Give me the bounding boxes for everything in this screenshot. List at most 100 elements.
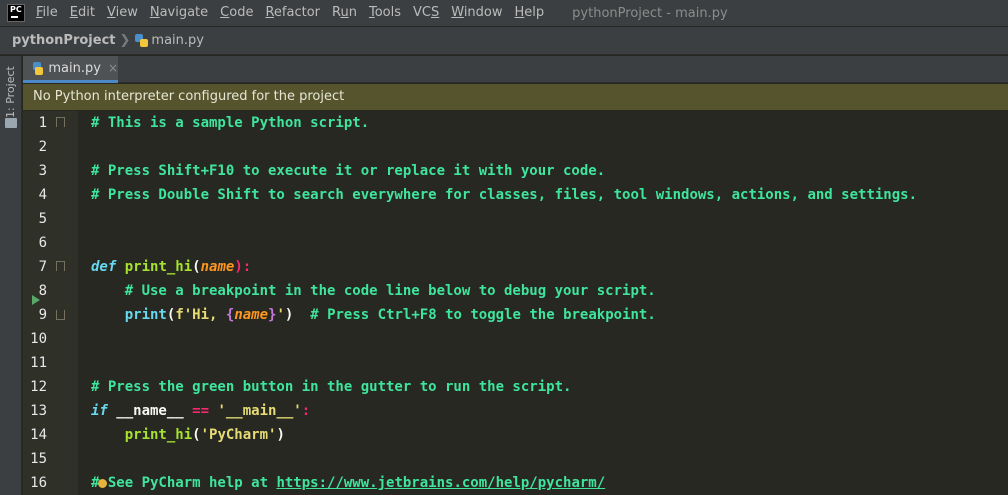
menu-text: ile: [42, 5, 58, 20]
inline-comment: # Press Ctrl+F8 to toggle the breakpoint…: [293, 307, 656, 323]
fold-close-icon[interactable]: [56, 310, 65, 320]
interpreter-warning-banner: No Python interpreter configured for the…: [23, 84, 1008, 110]
code-line-4: # Press Double Shift to search everywher…: [91, 187, 918, 203]
line-number: 7: [38, 259, 47, 275]
menu-text: elp: [524, 5, 545, 20]
paren-colon: ):: [234, 259, 252, 275]
parameter: name: [200, 259, 235, 275]
menu-text: iew: [115, 5, 138, 20]
menu-mnemonic: C: [220, 5, 230, 20]
window-title: pythonProject - main.py: [572, 5, 728, 21]
navigation-bar: pythonProject ❯ main.py: [0, 27, 1008, 55]
line-number: 16: [30, 475, 47, 491]
code-editor[interactable]: # This is a sample Python script. # Pres…: [91, 111, 1008, 495]
line-number: 4: [38, 187, 47, 203]
editor-tab-bar: main.py ×: [23, 56, 1008, 83]
line-number: 1: [38, 115, 47, 131]
run-icon[interactable]: [32, 295, 40, 305]
menu-item-file[interactable]: File: [34, 0, 64, 26]
fstring-var: name: [234, 307, 269, 323]
menu-item-help[interactable]: Help: [513, 0, 551, 26]
breadcrumb-project[interactable]: pythonProject: [12, 33, 116, 48]
menu-item-edit[interactable]: Edit: [68, 0, 101, 26]
line-number: 10: [30, 331, 47, 347]
menu-item-window[interactable]: Window: [449, 0, 508, 26]
menu-mnemonic: u: [340, 5, 349, 20]
comment-text: # See PyCharm help at: [91, 475, 277, 491]
dunder-name: __name__: [107, 403, 193, 419]
menu-mnemonic: N: [149, 5, 160, 20]
menu-mnemonic: V: [106, 5, 116, 20]
line-number: 14: [30, 427, 47, 443]
close-icon[interactable]: ×: [108, 61, 118, 75]
line-number: 5: [38, 211, 47, 227]
menu-text: efactor: [273, 5, 320, 20]
menu-mnemonic: E: [69, 5, 78, 20]
code-line-13: if __name__ == '__main__':: [91, 399, 310, 423]
python-file-icon: [135, 34, 149, 47]
menu-text: dit: [78, 5, 95, 20]
menu-text: avigate: [159, 5, 209, 20]
fold-open-icon[interactable]: [56, 261, 65, 271]
string-arg: 'PyCharm': [200, 427, 277, 443]
banner-text: No Python interpreter configured for the…: [33, 89, 345, 104]
breadcrumb-separator: ❯: [119, 33, 131, 48]
project-tool-button[interactable]: 1: Project: [4, 62, 18, 122]
menu-mnemonic: W: [451, 5, 464, 20]
line-number: 12: [30, 379, 47, 395]
menu-item-code[interactable]: Code: [218, 0, 259, 26]
line-number: 13: [30, 403, 47, 419]
keyword-def: def: [91, 259, 117, 275]
code-line-16: # See PyCharm help at https://www.jetbra…: [91, 471, 605, 495]
menu-item-vcs[interactable]: VCS: [411, 0, 445, 26]
menu-bar: PC File Edit View Navigate Code Refactor Run To…: [0, 0, 1008, 26]
tab-label: main.py: [48, 60, 101, 76]
menu-text: ode: [229, 5, 254, 20]
project-tool-label: 1: Project: [4, 66, 17, 118]
code-line-14: print_hi('PyCharm'): [91, 423, 285, 447]
pycharm-logo-icon: PC: [7, 4, 25, 22]
code-line-8: # Use a breakpoint in the code line belo…: [91, 283, 656, 299]
menu-text: VC: [412, 5, 431, 20]
colon: :: [301, 403, 311, 419]
string-main: '__main__': [217, 403, 302, 419]
breadcrumb-file[interactable]: main.py: [151, 33, 204, 48]
line-number: 11: [30, 355, 47, 371]
code-line-12: # Press the green button in the gutter t…: [91, 379, 572, 395]
menu-item-view[interactable]: View: [105, 0, 144, 26]
line-number: 3: [38, 163, 47, 179]
operator: ==: [192, 403, 210, 419]
function-call: print_hi: [124, 427, 193, 443]
menu-text: indow: [463, 5, 503, 20]
code-line-3: # Press Shift+F10 to execute it or repla…: [91, 163, 606, 179]
menu-text: ools: [374, 5, 401, 20]
menu-item-refactor[interactable]: Refactor: [263, 0, 326, 26]
menu-mnemonic: S: [430, 5, 440, 20]
code-line-7: def print_hi(name):: [91, 255, 251, 279]
code-line-9: print(f'Hi, {name}') # Press Ctrl+F8 to …: [91, 303, 656, 327]
menu-item-tools[interactable]: Tools: [367, 0, 407, 26]
line-number: 9: [38, 307, 47, 323]
paren: (: [192, 427, 201, 443]
menu-item-navigate[interactable]: Navigate: [148, 0, 214, 26]
paren: ): [276, 427, 285, 443]
line-number: 6: [38, 235, 47, 251]
folder-icon[interactable]: [5, 118, 17, 128]
line-number: 2: [38, 139, 47, 155]
keyword-if: if: [91, 403, 108, 419]
fstring-start: f'Hi,: [175, 307, 226, 323]
menu-mnemonic: R: [265, 5, 274, 20]
fold-open-icon[interactable]: [56, 117, 65, 127]
menu-item-run[interactable]: Run: [330, 0, 363, 26]
builtin-print: print: [124, 307, 167, 323]
fstring-end: ': [276, 307, 285, 323]
python-file-icon: [33, 61, 44, 75]
logo-text: PC: [10, 5, 22, 14]
help-link[interactable]: https://www.jetbrains.com/help/pycharm/: [276, 475, 605, 491]
line-number: 15: [30, 451, 47, 467]
tab-main-py[interactable]: main.py ×: [23, 56, 118, 83]
function-name: print_hi: [124, 259, 193, 275]
code-line-1: # This is a sample Python script.: [91, 115, 370, 131]
